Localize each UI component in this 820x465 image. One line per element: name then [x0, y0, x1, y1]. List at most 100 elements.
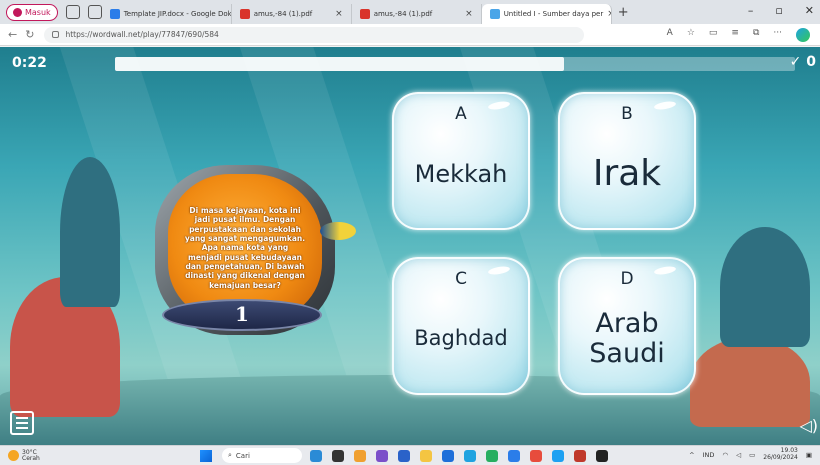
search-placeholder: Cari: [235, 451, 250, 460]
menu-line: [16, 417, 28, 419]
browser-tab-active[interactable]: Untitled I - Sumber daya per ×: [481, 4, 612, 24]
sun-icon: [8, 450, 19, 461]
restore-icon[interactable]: ▫: [775, 4, 782, 17]
browser-tab-strip: Masuk Template JIP.docx - Google Doku × …: [0, 0, 820, 24]
answer-d-button[interactable]: D Arab Saudi: [558, 257, 696, 395]
answer-letter: D: [620, 269, 634, 289]
profile-icon: [13, 7, 22, 17]
app-icon[interactable]: [398, 450, 410, 462]
question-number: 1: [235, 302, 249, 326]
answer-label: Irak: [592, 153, 662, 195]
taskbar-apps: [310, 450, 608, 462]
more-icon[interactable]: ···: [773, 28, 782, 42]
answer-label: Baghdad: [414, 326, 508, 351]
menu-line: [16, 427, 28, 429]
profile-label: Masuk: [25, 7, 51, 17]
chrome-icon[interactable]: [530, 450, 542, 462]
app-icon[interactable]: [442, 450, 454, 462]
clock[interactable]: 19.03 26/09/2024: [763, 447, 798, 461]
coral-back-right: [720, 227, 810, 347]
app-icon[interactable]: [354, 450, 366, 462]
edge-icon[interactable]: [464, 450, 476, 462]
favorite-star-icon[interactable]: ☆: [687, 28, 695, 42]
browser-tab[interactable]: amus,-84 (1).pdf ×: [352, 4, 482, 24]
window-controls: – ▫ ✕: [748, 4, 814, 17]
answer-b-button[interactable]: B Irak: [558, 92, 696, 230]
close-icon[interactable]: ×: [607, 9, 610, 19]
refresh-icon[interactable]: ↻: [25, 28, 34, 41]
app-icon[interactable]: [310, 450, 322, 462]
system-tray: ^ IND ◠ ◁ ▭ 19.03 26/09/2024 ▣: [689, 447, 812, 461]
time-progress-bar: [115, 57, 795, 71]
tab-actions-icon[interactable]: [87, 5, 102, 19]
weather-widget[interactable]: 30°C Cerah: [8, 449, 40, 462]
menu-line: [16, 422, 28, 424]
time-progress-fill: [115, 57, 564, 71]
windows-start-icon[interactable]: [200, 450, 212, 462]
chevron-up-icon[interactable]: ^: [689, 451, 694, 459]
url-text: https://wordwall.net/play/77847/690/584: [65, 30, 219, 39]
sound-icon[interactable]: ◁): [799, 416, 818, 435]
collections-icon[interactable]: ⧉: [753, 28, 759, 42]
tab-label: Untitled I - Sumber daya per: [503, 10, 604, 18]
close-icon[interactable]: ×: [335, 9, 343, 19]
browser-tab[interactable]: Template JIP.docx - Google Doku ×: [102, 4, 232, 24]
score-counter: ✓ 0: [789, 54, 816, 70]
search-icon: ⌕: [228, 451, 232, 459]
pdf-icon: [239, 9, 250, 19]
minimize-icon[interactable]: –: [748, 4, 754, 17]
pdf-icon: [359, 9, 370, 19]
app-icon[interactable]: [376, 450, 388, 462]
favorites-icon[interactable]: ≡: [731, 28, 739, 42]
profile-button[interactable]: Masuk: [6, 3, 58, 21]
answer-letter: C: [455, 269, 467, 289]
weather-text: Cerah: [22, 454, 40, 462]
fish: [320, 222, 356, 240]
notification-icon[interactable]: ▣: [806, 451, 812, 459]
file-explorer-icon[interactable]: [420, 450, 432, 462]
taskbar: 30°C Cerah ⌕ Cari ^ IND ◠ ◁ ▭ 19.03 26/0…: [0, 445, 820, 465]
menu-button[interactable]: [10, 411, 34, 435]
address-bar-row: ← ↻ https://wordwall.net/play/77847/690/…: [0, 24, 820, 46]
app-icon[interactable]: [332, 450, 344, 462]
browser-tab[interactable]: amus,-84 (1).pdf ×: [232, 4, 352, 24]
workspaces-icon[interactable]: [65, 5, 80, 19]
split-screen-icon[interactable]: ▭: [709, 28, 718, 42]
app-icon[interactable]: [574, 450, 586, 462]
app-icon[interactable]: [596, 450, 608, 462]
back-icon[interactable]: ←: [8, 28, 17, 41]
new-tab-icon[interactable]: +: [618, 5, 629, 20]
lock-icon: [52, 31, 60, 38]
coral-right: [690, 337, 810, 427]
read-aloud-icon[interactable]: A: [667, 28, 673, 42]
volume-icon[interactable]: ◁: [736, 451, 741, 459]
taskbar-search[interactable]: ⌕ Cari: [222, 448, 302, 463]
url-field[interactable]: https://wordwall.net/play/77847/690/584: [44, 26, 585, 43]
docs-icon: [109, 9, 120, 19]
wordwall-icon: [489, 9, 500, 19]
copilot-icon[interactable]: [796, 28, 810, 42]
clock-date: 26/09/2024: [763, 453, 798, 461]
address-bar-icons: A ☆ ▭ ≡ ⧉ ···: [667, 28, 810, 42]
answer-letter: B: [621, 104, 633, 124]
question-text: Di masa kejayaan, kota ini jadi pusat il…: [184, 205, 306, 290]
tab-label: Template JIP.docx - Google Doku: [123, 10, 232, 18]
language-indicator[interactable]: IND: [703, 451, 715, 459]
battery-icon[interactable]: ▭: [749, 451, 755, 459]
tab-label: amus,-84 (1).pdf: [373, 10, 433, 18]
answer-label: Arab Saudi: [589, 308, 665, 369]
game-area: 0:22 ✓ 0 Di masa kejayaan, kota ini jadi…: [0, 47, 820, 445]
app-icon[interactable]: [552, 450, 564, 462]
app-icon[interactable]: [508, 450, 520, 462]
wifi-icon[interactable]: ◠: [722, 451, 728, 459]
tab-label: amus,-84 (1).pdf: [253, 10, 313, 18]
answer-c-button[interactable]: C Baghdad: [392, 257, 530, 395]
timer: 0:22: [12, 55, 47, 71]
coral-back: [60, 157, 120, 307]
close-icon[interactable]: ×: [465, 9, 473, 19]
app-icon[interactable]: [486, 450, 498, 462]
answer-label: Mekkah: [414, 159, 508, 188]
answer-letter: A: [455, 104, 467, 124]
answer-a-button[interactable]: A Mekkah: [392, 92, 530, 230]
close-window-icon[interactable]: ✕: [805, 4, 814, 17]
